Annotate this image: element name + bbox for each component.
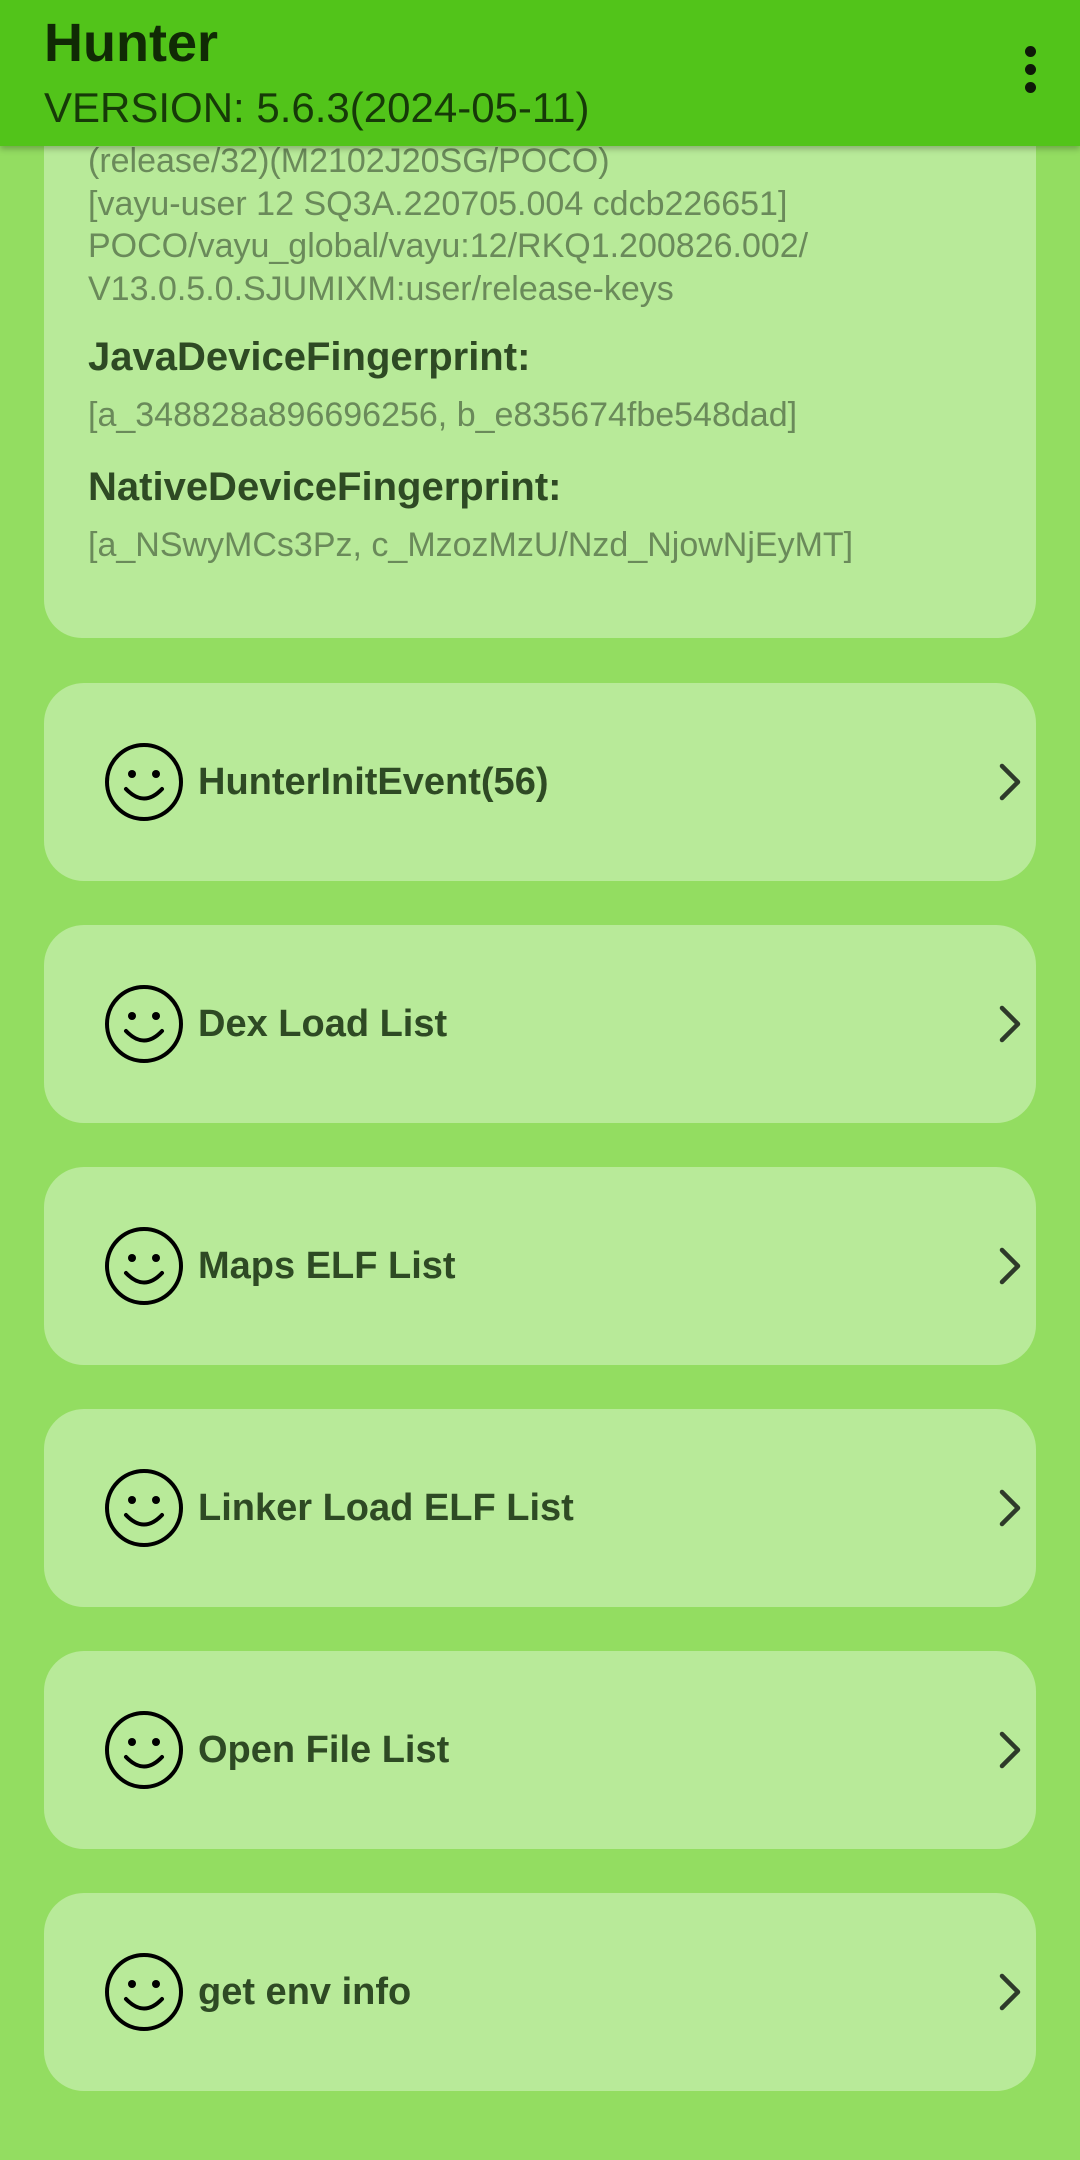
device-info-card: (release/32)(M2102J20SG/POCO) [vayu-user… bbox=[44, 60, 1036, 638]
build-line: V13.0.5.0.SJUMIXM:user/release-keys bbox=[88, 269, 674, 308]
menu-item-dex-load-list[interactable]: Dex Load List bbox=[44, 925, 1036, 1123]
chevron-right-icon bbox=[999, 1005, 1021, 1043]
build-line: POCO/vayu_global/vayu:12/RKQ1.200826.002… bbox=[88, 227, 809, 265]
menu-dot bbox=[1024, 81, 1036, 93]
build-line: [vayu-user 12 SQ3A.220705.004 cdcb226651… bbox=[88, 184, 788, 223]
app-title: Hunter bbox=[44, 13, 218, 73]
smiley-icon bbox=[105, 985, 183, 1063]
app-version: VERSION: 5.6.3(2024-05-11) bbox=[44, 84, 590, 131]
chevron-right-icon bbox=[999, 1731, 1021, 1769]
native-fingerprint-value: [a_NSwyMCs3Pz, c_MzozMzU/Nzd_NjowNjEyMT] bbox=[88, 526, 854, 564]
menu-item-maps-elf-list[interactable]: Maps ELF List bbox=[44, 1167, 1036, 1365]
smiley-icon bbox=[105, 1469, 183, 1547]
smiley-icon bbox=[105, 743, 183, 821]
java-fingerprint-label: JavaDeviceFingerprint: bbox=[88, 335, 531, 379]
app-bar: Hunter VERSION: 5.6.3(2024-05-11) bbox=[0, 0, 1080, 146]
menu-item-label: get env info bbox=[198, 1971, 412, 2013]
build-line: (release/32)(M2102J20SG/POCO) bbox=[88, 142, 610, 180]
chevron-right-icon bbox=[999, 1489, 1021, 1527]
more-vert-icon[interactable] bbox=[1000, 34, 1060, 104]
menu-item-label: Maps ELF List bbox=[198, 1245, 456, 1287]
menu-item-label: HunterInitEvent(56) bbox=[198, 761, 549, 803]
menu-item-hunter-init-event[interactable]: HunterInitEvent(56) bbox=[44, 683, 1036, 881]
smiley-icon bbox=[105, 1711, 183, 1789]
smiley-icon bbox=[105, 1227, 183, 1305]
chevron-right-icon bbox=[999, 1247, 1021, 1285]
menu-item-label: Open File List bbox=[198, 1729, 450, 1771]
native-fingerprint-label: NativeDeviceFingerprint: bbox=[88, 465, 562, 509]
chevron-right-icon bbox=[999, 1973, 1021, 2011]
menu-dot bbox=[1024, 45, 1036, 57]
menu-item-open-file-list[interactable]: Open File List bbox=[44, 1651, 1036, 1849]
menu-item-get-env-info[interactable]: get env info bbox=[44, 1893, 1036, 2091]
menu-item-linker-load-elf-list[interactable]: Linker Load ELF List bbox=[44, 1409, 1036, 1607]
java-fingerprint-value: [a_348828a896696256, b_e835674fbe548dad] bbox=[88, 396, 798, 434]
menu-dot bbox=[1024, 63, 1036, 75]
chevron-right-icon bbox=[999, 763, 1021, 801]
menu-item-label: Dex Load List bbox=[198, 1003, 448, 1045]
menu-item-label: Linker Load ELF List bbox=[198, 1487, 574, 1529]
smiley-icon bbox=[105, 1953, 183, 2031]
